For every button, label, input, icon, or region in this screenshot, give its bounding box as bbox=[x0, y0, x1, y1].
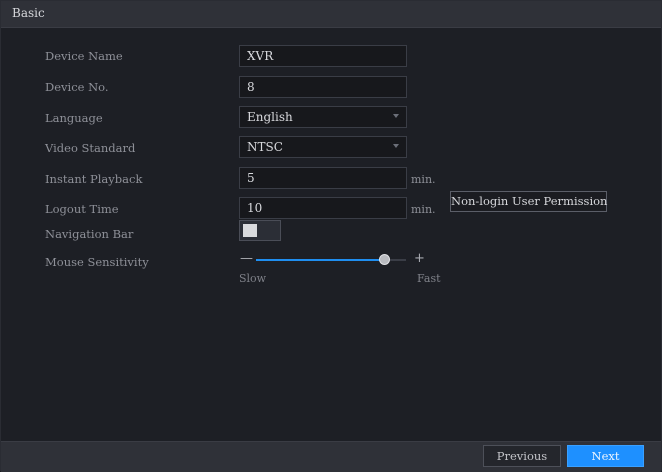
instant-playback-label: Instant Playback bbox=[45, 172, 143, 186]
language-label: Language bbox=[45, 111, 103, 125]
language-select[interactable]: English bbox=[239, 106, 407, 128]
logout-time-label: Logout Time bbox=[45, 202, 119, 216]
logout-time-input[interactable]: 10 bbox=[239, 197, 407, 219]
video-standard-label: Video Standard bbox=[45, 141, 136, 155]
navigation-bar-toggle[interactable] bbox=[239, 220, 281, 241]
instant-playback-input[interactable]: 5 bbox=[239, 167, 407, 189]
basic-settings-window: Basic Device Name XVR Device No. 8 Langu… bbox=[0, 0, 662, 472]
chevron-down-icon bbox=[393, 144, 399, 148]
device-no-label: Device No. bbox=[45, 80, 109, 94]
fast-label: Fast bbox=[417, 272, 441, 285]
navigation-bar-label: Navigation Bar bbox=[45, 227, 134, 241]
instant-playback-unit: min. bbox=[411, 173, 436, 186]
window-title: Basic bbox=[12, 6, 45, 20]
bottom-bar bbox=[1, 441, 661, 472]
device-name-input[interactable]: XVR bbox=[239, 45, 407, 67]
video-standard-value: NTSC bbox=[247, 140, 283, 154]
slow-label: Slow bbox=[239, 272, 267, 285]
increase-sensitivity-button[interactable]: + bbox=[414, 251, 425, 266]
chevron-down-icon bbox=[393, 114, 399, 118]
toggle-knob bbox=[243, 224, 257, 237]
mouse-sensitivity-label: Mouse Sensitivity bbox=[45, 255, 149, 269]
slider-fill bbox=[256, 259, 384, 261]
video-standard-select[interactable]: NTSC bbox=[239, 136, 407, 158]
non-login-user-permission-button[interactable]: Non-login User Permission bbox=[450, 191, 607, 212]
slider-thumb[interactable] bbox=[379, 254, 390, 265]
device-no-input[interactable]: 8 bbox=[239, 76, 407, 98]
next-button[interactable]: Next bbox=[567, 445, 644, 467]
logout-time-unit: min. bbox=[411, 203, 436, 216]
title-bar: Basic bbox=[1, 1, 661, 28]
decrease-sensitivity-button[interactable]: — bbox=[240, 251, 253, 266]
device-name-label: Device Name bbox=[45, 49, 123, 63]
previous-button[interactable]: Previous bbox=[483, 445, 561, 467]
language-value: English bbox=[247, 110, 293, 124]
